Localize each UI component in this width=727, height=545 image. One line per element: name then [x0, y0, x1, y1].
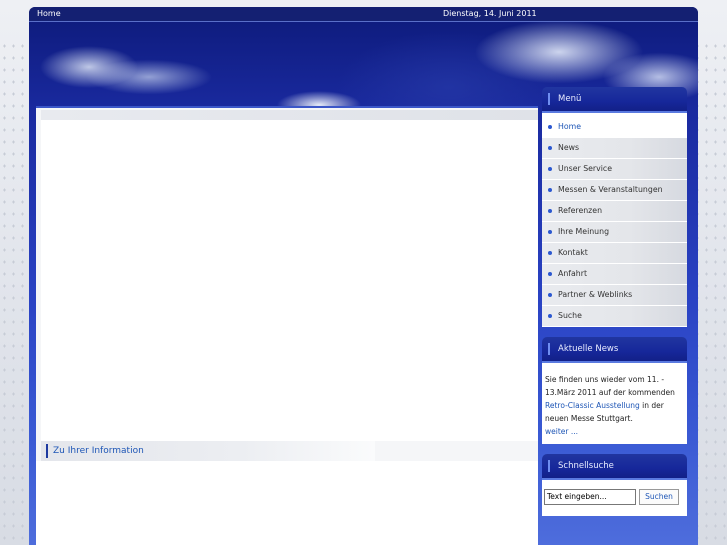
news-text-before: Sie finden uns wieder vom 11. - 13.März … [545, 375, 675, 397]
search-box-title: Schnellsuche [542, 454, 687, 480]
content-panel [41, 120, 538, 441]
current-date: Dienstag, 14. Juni 2011 [443, 9, 537, 18]
news-box-body: Sie finden uns wieder vom 11. - 13.März … [542, 363, 687, 444]
heading-marker [46, 444, 48, 458]
sidebar: Menü Home News Unser Service Messen & Veran… [542, 87, 687, 516]
menu-item-suche[interactable]: Suche [542, 306, 687, 327]
search-box-body: Text eingeben... Suchen [542, 480, 687, 516]
info-section-body [36, 461, 538, 545]
info-section-heading: Zu Ihrer Information [41, 441, 375, 461]
news-more-link[interactable]: weiter ... [545, 427, 578, 436]
top-bar: Home Dienstag, 14. Juni 2011 [29, 7, 698, 22]
news-box-title: Aktuelle News [542, 337, 687, 363]
content-top-strip [41, 110, 538, 120]
menu-item-messen-veranstaltungen[interactable]: Messen & Veranstaltungen [542, 180, 687, 201]
menu-item-kontakt[interactable]: Kontakt [542, 243, 687, 264]
menu-item-partner-weblinks[interactable]: Partner & Weblinks [542, 285, 687, 306]
menu-item-news[interactable]: News [542, 138, 687, 159]
page-container: Home Dienstag, 14. Juni 2011 Zu Ihrer In… [29, 7, 698, 545]
news-exhibition-link[interactable]: Retro-Classic Ausstellung [545, 401, 640, 410]
search-button[interactable]: Suchen [639, 489, 679, 505]
info-heading-text: Zu Ihrer Information [53, 446, 144, 456]
menu-box-title: Menü [542, 87, 687, 113]
main-content: Zu Ihrer Information [36, 108, 538, 545]
menu-item-home[interactable]: Home [542, 117, 687, 138]
main-menu: Home News Unser Service Messen & Veranstalt… [542, 113, 687, 327]
menu-item-ihre-meinung[interactable]: Ihre Meinung [542, 222, 687, 243]
menu-item-referenzen[interactable]: Referenzen [542, 201, 687, 222]
menu-item-anfahrt[interactable]: Anfahrt [542, 264, 687, 285]
menu-item-unser-service[interactable]: Unser Service [542, 159, 687, 180]
breadcrumb-home-link[interactable]: Home [37, 7, 61, 21]
search-input[interactable]: Text eingeben... [544, 489, 636, 505]
